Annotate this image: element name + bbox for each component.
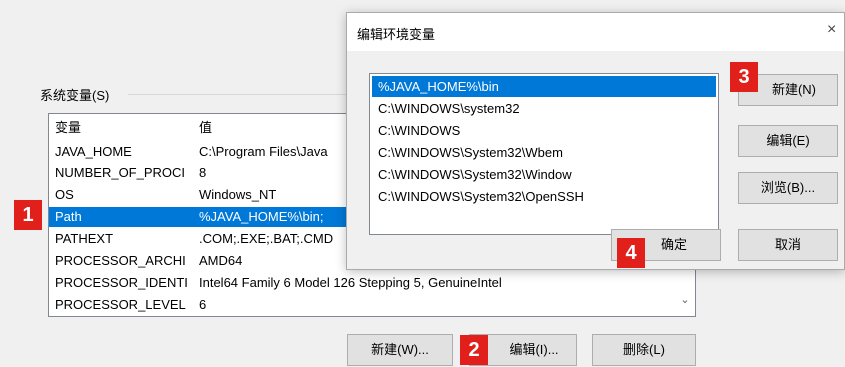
column-header-variable: 变量 (55, 120, 82, 135)
table-row[interactable]: PROCESSOR_LEVEL 6 (49, 295, 685, 315)
dialog-titlebar: 编辑环境变量 × (347, 13, 844, 51)
list-item[interactable]: C:\WINDOWS\System32\Window (372, 164, 716, 185)
close-icon[interactable]: × (827, 21, 836, 39)
list-item[interactable]: C:\WINDOWS\System32\Wbem (372, 142, 716, 163)
variable-name: PROCESSOR_ARCHI (55, 253, 186, 268)
list-item[interactable]: C:\WINDOWS (372, 120, 716, 141)
variable-value: 6 (199, 297, 207, 312)
variable-name: NUMBER_OF_PROCI (55, 165, 186, 180)
new-system-variable-button[interactable]: 新建(W)... (347, 334, 453, 366)
step-marker-2: 2 (460, 335, 488, 365)
system-variables-label: 系统变量(S) (40, 85, 114, 104)
scroll-down-icon[interactable]: ⌄ (677, 292, 693, 308)
variable-name: PROCESSOR_IDENTI (55, 275, 188, 290)
step-marker-1: 1 (14, 200, 42, 230)
variable-name: PATHEXT (55, 231, 114, 246)
browse-button[interactable]: 浏览(B)... (738, 172, 838, 204)
variable-name: JAVA_HOME (55, 144, 132, 159)
variable-name: PROCESSOR_LEVEL (55, 297, 186, 312)
list-item[interactable]: C:\WINDOWS\System32\OpenSSH (372, 186, 716, 207)
variable-value: Intel64 Family 6 Model 126 Stepping 5, G… (199, 275, 502, 290)
edit-environment-variable-dialog: 编辑环境变量 × %JAVA_HOME%\bin C:\WINDOWS\syst… (346, 12, 845, 270)
step-marker-4: 4 (617, 238, 645, 268)
list-item[interactable]: C:\WINDOWS\system32 (372, 98, 716, 119)
delete-system-variable-button[interactable]: 删除(L) (592, 334, 696, 366)
group-divider (128, 94, 348, 95)
list-item-selected[interactable]: %JAVA_HOME%\bin (372, 76, 716, 97)
variable-name: OS (55, 187, 74, 202)
dialog-title: 编辑环境变量 (357, 27, 436, 42)
edit-entry-button[interactable]: 编辑(E) (738, 125, 838, 157)
cancel-button[interactable]: 取消 (738, 229, 838, 261)
table-row[interactable]: PROCESSOR_IDENTI Intel64 Family 6 Model … (49, 273, 685, 293)
step-marker-3: 3 (730, 62, 758, 92)
path-entries-list[interactable]: %JAVA_HOME%\bin C:\WINDOWS\system32 C:\W… (369, 73, 719, 235)
variable-name: Path (55, 209, 82, 224)
